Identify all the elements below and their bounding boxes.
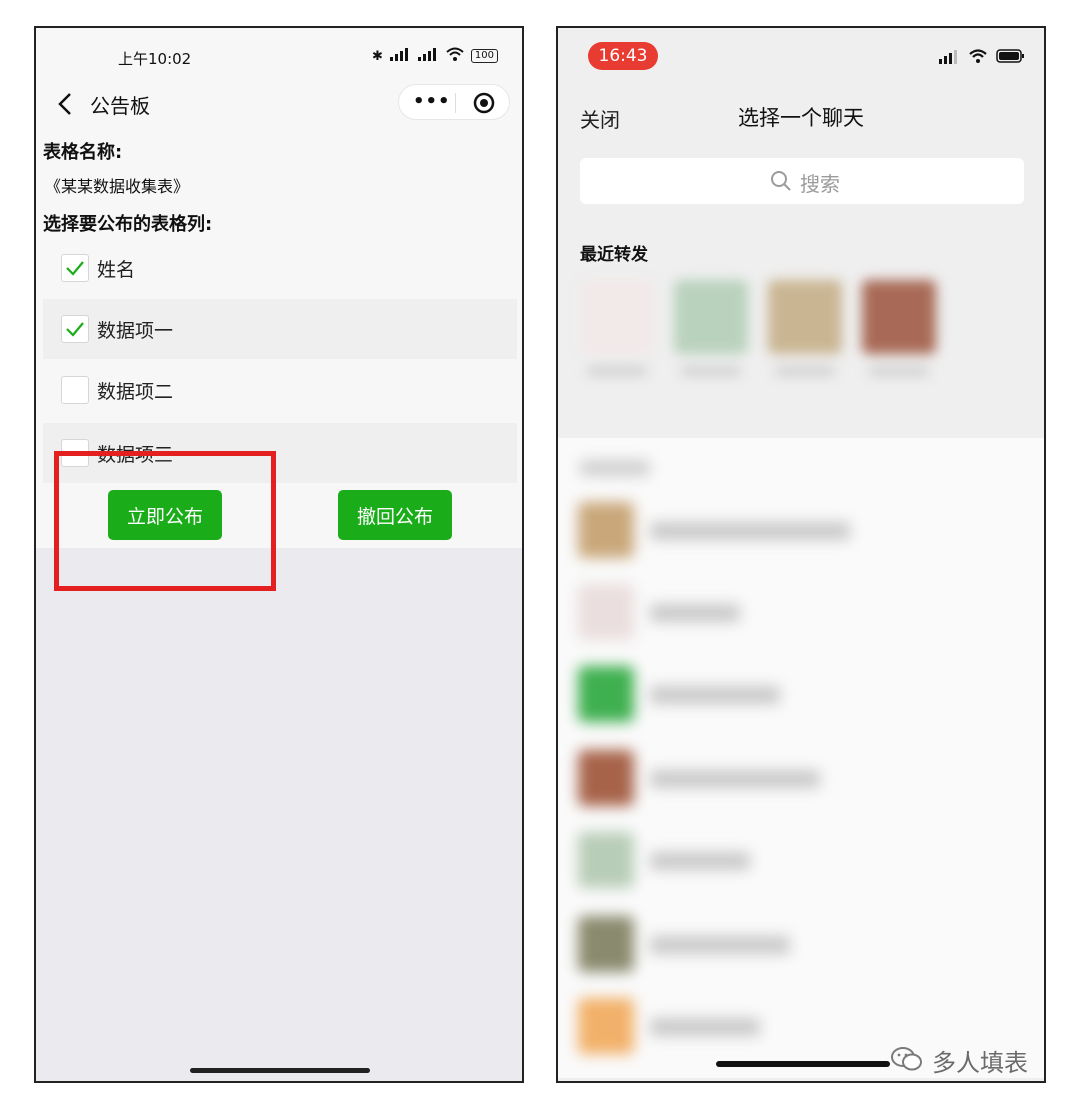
page-title: 选择一个聊天 — [738, 106, 864, 130]
status-time: 上午10:02 — [118, 50, 192, 68]
column-option-label: 姓名 — [97, 259, 136, 281]
recent-chat-name — [587, 366, 647, 376]
avatar — [862, 280, 936, 354]
column-option-row[interactable]: 数据项一 — [43, 299, 517, 359]
revoke-button[interactable]: 撤回公布 — [338, 490, 452, 540]
wechat-logo-icon — [890, 1045, 924, 1077]
chat-picker-header: 关闭 选择一个聊天 — [558, 98, 1044, 138]
recent-chat-name — [869, 366, 929, 376]
columns-label: 选择要公布的表格列: — [43, 214, 213, 235]
chat-name — [650, 770, 820, 788]
chat-name — [650, 522, 850, 540]
chat-row[interactable] — [578, 916, 1008, 976]
column-option-label: 数据项一 — [97, 320, 174, 342]
signal-icon-2 — [417, 47, 439, 65]
home-indicator — [190, 1068, 370, 1073]
chat-list-header — [580, 460, 650, 476]
close-miniprogram-icon[interactable] — [473, 92, 495, 114]
chat-name — [650, 686, 780, 704]
status-bar: 上午10:02 ✱ 100 — [36, 28, 522, 84]
chat-name — [650, 1018, 760, 1036]
capsule-divider — [455, 93, 456, 113]
page-title: 公告板 — [90, 94, 150, 118]
recent-forward-list — [576, 280, 1036, 420]
battery-icon — [996, 48, 1026, 68]
battery-icon: 100 — [470, 49, 498, 63]
avatar — [578, 998, 634, 1054]
avatar — [578, 916, 634, 972]
avatar — [578, 666, 634, 722]
checkbox[interactable] — [61, 254, 89, 282]
checkbox[interactable] — [61, 315, 89, 343]
chat-row[interactable] — [578, 666, 1008, 726]
status-icons: ✱ 100 — [372, 46, 498, 66]
avatar — [580, 280, 654, 354]
signal-icon — [389, 47, 411, 65]
left-phone-screen: 上午10:02 ✱ 100 公告板 ••• 表格名称: 《某某数据收集表》 选择… — [34, 26, 524, 1083]
form-name-label: 表格名称: — [43, 142, 123, 163]
avatar — [578, 584, 634, 640]
avatar — [578, 502, 634, 558]
signal-icon — [938, 49, 960, 68]
chat-row[interactable] — [578, 584, 1008, 644]
recent-chat-item[interactable] — [862, 280, 936, 376]
status-icons — [938, 48, 1026, 68]
recent-chat-item[interactable] — [674, 280, 748, 376]
wifi-icon — [445, 46, 465, 66]
recent-chat-name — [775, 366, 835, 376]
home-indicator — [716, 1061, 890, 1067]
highlight-box — [54, 451, 276, 591]
column-option-row[interactable]: 数据项二 — [43, 360, 517, 420]
chat-row[interactable] — [578, 502, 1008, 562]
watermark: 多人填表 — [890, 1043, 1028, 1078]
search-input[interactable]: 搜索 — [580, 158, 1024, 204]
miniprogram-capsule: ••• — [398, 84, 510, 120]
form-name-value: 《某某数据收集表》 — [45, 177, 190, 196]
wifi-icon — [968, 48, 988, 68]
recent-chat-item[interactable] — [768, 280, 842, 376]
chat-row[interactable] — [578, 832, 1008, 892]
recent-chat-item[interactable] — [580, 280, 654, 376]
recent-chat-name — [681, 366, 741, 376]
chat-row[interactable] — [578, 750, 1008, 810]
avatar — [578, 750, 634, 806]
chat-name — [650, 936, 790, 954]
back-icon[interactable] — [50, 86, 80, 122]
column-option-row[interactable]: 姓名 — [43, 238, 517, 298]
recent-forward-label: 最近转发 — [580, 245, 648, 265]
nav-bar: 公告板 ••• — [36, 84, 522, 128]
watermark-text: 多人填表 — [932, 1049, 1028, 1077]
right-phone-screen: 16:43 关闭 选择一个聊天 搜索 最近转发 — [556, 26, 1046, 1083]
chat-name — [650, 852, 750, 870]
search-placeholder: 搜索 — [800, 172, 840, 196]
avatar — [768, 280, 842, 354]
bluetooth-icon: ✱ — [372, 48, 383, 64]
status-time: 16:43 — [588, 42, 658, 70]
more-icon[interactable]: ••• — [413, 91, 451, 112]
avatar — [674, 280, 748, 354]
column-option-label: 数据项二 — [97, 381, 174, 403]
chat-name — [650, 604, 740, 622]
search-icon — [770, 170, 792, 196]
checkbox[interactable] — [61, 376, 89, 404]
avatar — [578, 832, 634, 888]
chat-list — [558, 438, 1044, 1078]
